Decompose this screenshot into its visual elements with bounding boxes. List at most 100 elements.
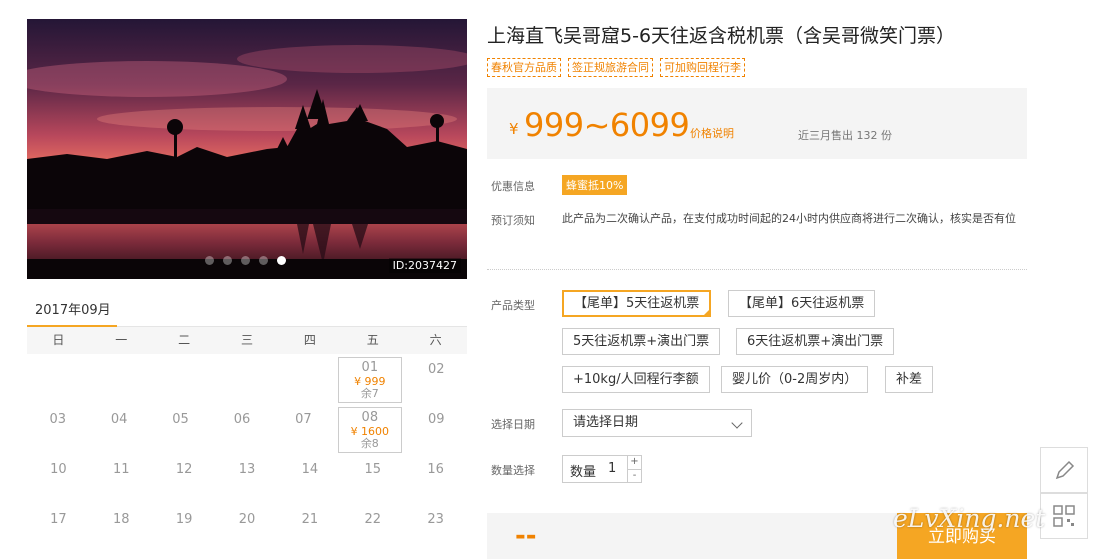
- weekday-label: 五: [366, 333, 379, 347]
- day-number: 16: [427, 462, 444, 477]
- day-number: 21: [301, 512, 319, 527]
- day-number: 07: [295, 412, 312, 427]
- calendar-day: [150, 355, 211, 405]
- carousel-dot[interactable]: [205, 256, 214, 265]
- calendar-day: 22: [341, 505, 404, 555]
- day-number: 04: [110, 412, 128, 427]
- calendar-day: 17: [27, 505, 90, 555]
- weekday-label: 二: [178, 333, 191, 347]
- calendar-day: 20: [216, 505, 279, 555]
- weekday-label: 三: [241, 333, 254, 347]
- calendar-day: 15: [341, 455, 404, 505]
- day-number: 19: [175, 512, 193, 527]
- image-id-label: ID:2037427: [388, 258, 461, 273]
- weekday-label: 日: [52, 333, 65, 347]
- sunset-temple-illustration: [27, 19, 467, 279]
- calendar-day: [211, 355, 272, 405]
- quantity-input[interactable]: 1: [608, 461, 616, 476]
- price-box: ¥ 999~6099 价格说明 近三月售出 132 份: [487, 88, 1027, 159]
- option-6day-tail[interactable]: 【尾单】6天往返机票: [728, 290, 876, 317]
- calendar-week-row: 10 11 12 13 14 15 16: [27, 455, 467, 505]
- calendar-week-row: 17 18 19 20 21 22 23: [27, 505, 467, 555]
- option-5day-show[interactable]: 5天往返机票+演出门票: [562, 328, 721, 355]
- calendar-day: 21: [278, 505, 341, 555]
- notice-label: 预订须知: [491, 214, 535, 227]
- calendar-header: 2017年09月: [27, 293, 467, 327]
- calendar-day: 02: [406, 355, 467, 405]
- calendar-day: 04: [88, 405, 149, 455]
- carousel-dot[interactable]: [277, 256, 286, 265]
- quantity-increase-button[interactable]: +: [628, 456, 641, 469]
- total-price: --: [515, 521, 537, 551]
- feedback-button[interactable]: [1040, 447, 1088, 493]
- promo-label: 优惠信息: [491, 180, 535, 193]
- chevron-down-icon: [731, 417, 743, 429]
- day-number: 17: [50, 512, 67, 527]
- day-number: 22: [364, 512, 381, 527]
- calendar-week-row: 03 04 05 06 07 08 ¥ 1600 余8 09: [27, 405, 467, 455]
- calendar-day: 05: [150, 405, 211, 455]
- calendar-weekday-row: 日一二三四五六: [27, 327, 467, 354]
- calendar-month-tab[interactable]: 2017年09月: [27, 299, 117, 327]
- calendar-day: [88, 355, 149, 405]
- day-number: 01: [361, 360, 379, 375]
- day-number: 11: [113, 462, 130, 477]
- calendar-day-available[interactable]: 08 ¥ 1600 余8: [338, 407, 402, 453]
- option-infant[interactable]: 婴儿价（0-2周岁内）: [721, 366, 869, 393]
- day-number: 02: [427, 362, 445, 377]
- pencil-icon: [1055, 460, 1075, 480]
- qr-code-icon: [1053, 505, 1075, 527]
- price-range: 999~6099: [524, 106, 690, 144]
- calendar-day-available[interactable]: 01 ¥ 999 余7: [338, 357, 402, 403]
- day-number: 20: [238, 512, 256, 527]
- day-number: 14: [301, 462, 319, 477]
- calendar-day: 10: [27, 455, 90, 505]
- calendar-day: 07: [273, 405, 334, 455]
- option-price-diff[interactable]: 补差: [885, 366, 934, 393]
- qr-code-button[interactable]: [1040, 493, 1088, 539]
- day-number: 15: [364, 462, 381, 477]
- calendar-day: 09: [406, 405, 467, 455]
- option-extra-luggage[interactable]: +10kg/人回程行李额: [562, 366, 710, 393]
- date-select[interactable]: 请选择日期: [562, 409, 752, 437]
- day-number: 08: [361, 410, 379, 425]
- calendar-day: 18: [90, 505, 153, 555]
- weekday-label: 四: [303, 333, 316, 347]
- day-number: 10: [50, 462, 67, 477]
- calendar-day: 12: [153, 455, 216, 505]
- carousel-dot[interactable]: [241, 256, 250, 265]
- sales-count: 近三月售出 132 份: [798, 129, 892, 142]
- option-5day-tail[interactable]: 【尾单】5天往返机票: [562, 290, 712, 317]
- tag-contract[interactable]: 签正规旅游合同: [568, 58, 653, 77]
- calendar-week-row: 01 ¥ 999 余7 02: [27, 355, 467, 405]
- carousel-dot[interactable]: [259, 256, 268, 265]
- carousel-dot[interactable]: [223, 256, 232, 265]
- tag-luggage[interactable]: 可加购回程行李: [660, 58, 745, 77]
- calendar-day: 16: [404, 455, 467, 505]
- carousel-dots: [205, 256, 286, 265]
- day-number: 05: [172, 412, 189, 427]
- quantity-decrease-button[interactable]: -: [628, 469, 641, 482]
- product-title: 上海直飞吴哥窟5-6天往返含税机票（含吴哥微笑门票）: [487, 25, 956, 47]
- price-explanation-link[interactable]: 价格说明: [690, 125, 734, 141]
- tag-quality[interactable]: 春秋官方品质: [487, 58, 561, 77]
- day-number: 06: [233, 412, 251, 427]
- calendar-grid: 01 ¥ 999 余7 02 03 04 05 06 07 08 ¥ 1600 余8 09 10 11 12 1…: [27, 355, 467, 555]
- day-remaining: 余7: [360, 387, 379, 400]
- site-watermark: eLvXing.net: [893, 504, 1046, 533]
- day-remaining: 余8: [360, 437, 379, 450]
- day-number: 23: [427, 512, 444, 527]
- option-6day-show[interactable]: 6天往返机票+演出门票: [736, 328, 895, 355]
- day-number: 18: [113, 512, 130, 527]
- calendar-day: [27, 355, 88, 405]
- calendar-day: 14: [278, 455, 341, 505]
- product-hero-image[interactable]: ID:2037427: [27, 19, 467, 279]
- day-number: 13: [238, 462, 256, 477]
- calendar-day: [273, 355, 334, 405]
- calendar-day: 19: [153, 505, 216, 555]
- quantity-stepper: 数量 1 + -: [562, 455, 642, 483]
- calendar-day: 03: [27, 405, 88, 455]
- section-divider: [487, 269, 1027, 270]
- booking-notice-text: 此产品为二次确认产品，在支付成功时间起的24小时内供应商将进行二次确认，核实是否…: [562, 212, 1016, 225]
- weekday-label: 一: [115, 333, 128, 347]
